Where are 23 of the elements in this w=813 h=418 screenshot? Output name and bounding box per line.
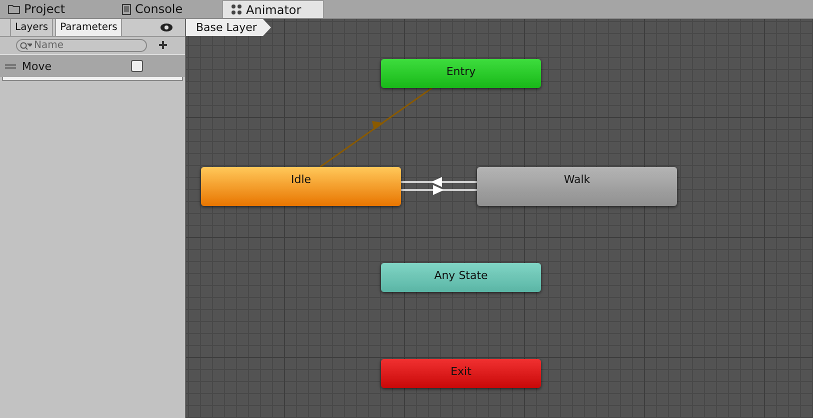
- default-state-node[interactable]: Idle: [201, 167, 401, 206]
- breadcrumb[interactable]: Base Layer: [186, 19, 271, 36]
- entry-node[interactable]: Entry: [381, 59, 541, 88]
- parameter-name: Move: [22, 60, 52, 72]
- state-node[interactable]: Walk: [477, 167, 677, 206]
- search-field[interactable]: Name: [16, 39, 147, 52]
- window-tab[interactable]: Console: [100, 0, 214, 18]
- panel-tab[interactable]: Parameters: [55, 19, 122, 36]
- panel-tab[interactable]: Layers: [10, 19, 54, 36]
- folder-icon: [8, 4, 20, 14]
- transition-arrow[interactable]: [401, 177, 477, 187]
- any-state-node[interactable]: Any State: [381, 263, 541, 292]
- nodes-icon: [231, 4, 242, 15]
- search-icon: [20, 42, 32, 50]
- window-tab[interactable]: Project: [0, 0, 100, 18]
- checkbox[interactable]: [131, 60, 143, 72]
- exit-node[interactable]: Exit: [381, 359, 541, 388]
- drag-handle-icon[interactable]: [5, 64, 16, 68]
- eye-icon[interactable]: [160, 23, 173, 32]
- document-icon: [122, 4, 131, 14]
- window-tab[interactable]: Animator: [222, 0, 324, 18]
- add-icon[interactable]: [159, 41, 168, 50]
- transition-arrow[interactable]: [401, 185, 477, 195]
